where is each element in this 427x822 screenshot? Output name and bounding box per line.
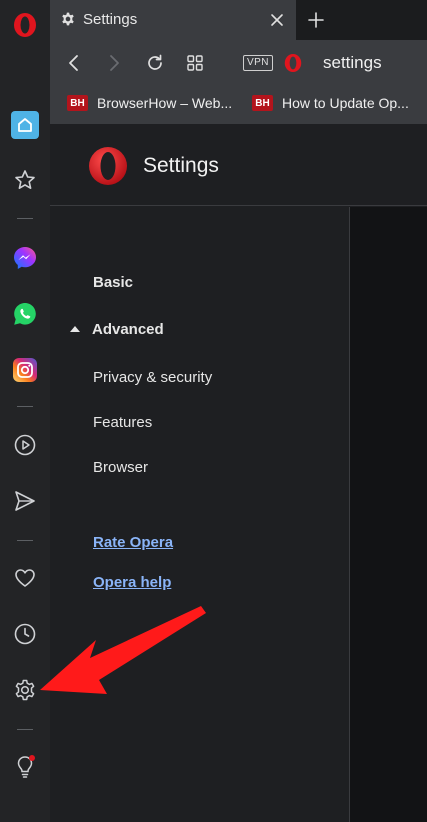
collapse-caret-icon[interactable] bbox=[70, 326, 80, 332]
sidebar-pinboards-button[interactable] bbox=[0, 558, 50, 598]
reload-icon[interactable] bbox=[145, 53, 165, 73]
sidebar-tips-button[interactable] bbox=[0, 747, 50, 787]
lightbulb-icon bbox=[17, 755, 35, 778]
opera-logo-icon bbox=[14, 13, 36, 37]
gear-icon bbox=[15, 679, 35, 701]
tab-strip: Settings bbox=[50, 0, 427, 40]
bookmarks-bar: BH BrowserHow – Web... BH How to Update … bbox=[50, 86, 427, 124]
bookmark-label: BrowserHow – Web... bbox=[97, 95, 233, 111]
nav-privacy-security[interactable]: Privacy & security bbox=[93, 369, 212, 386]
opera-window: Settings VPN settings BH BrowserHow – We… bbox=[0, 0, 427, 822]
sidebar-settings-button[interactable] bbox=[0, 670, 50, 710]
heart-icon bbox=[15, 569, 35, 587]
gear-icon bbox=[62, 12, 74, 26]
forward-icon[interactable] bbox=[106, 54, 122, 72]
nav-browser[interactable]: Browser bbox=[93, 459, 148, 476]
sidebar-divider bbox=[17, 540, 33, 541]
settings-content-area bbox=[350, 207, 427, 822]
sidebar-whatsapp-button[interactable] bbox=[0, 294, 50, 334]
sidebar-bookmarks-button[interactable] bbox=[0, 160, 50, 200]
notification-dot bbox=[29, 755, 35, 761]
player-icon bbox=[14, 434, 36, 456]
close-icon[interactable] bbox=[270, 13, 284, 27]
sidebar-history-button[interactable] bbox=[0, 614, 50, 654]
tab-title: Settings bbox=[83, 11, 138, 28]
rate-opera-link[interactable]: Rate Opera bbox=[93, 534, 173, 551]
bookmark-item[interactable]: BH BrowserHow – Web... bbox=[67, 95, 232, 111]
sidebar bbox=[0, 0, 50, 822]
opera-menu-button[interactable] bbox=[0, 5, 50, 45]
address-bar-row: VPN settings bbox=[50, 40, 427, 86]
sidebar-home-button[interactable] bbox=[0, 105, 50, 145]
nav-features[interactable]: Features bbox=[93, 414, 152, 431]
nav-basic[interactable]: Basic bbox=[93, 274, 133, 291]
sidebar-flow-button[interactable] bbox=[0, 481, 50, 521]
bookmark-favicon: BH bbox=[67, 95, 88, 111]
opera-logo-icon bbox=[284, 54, 302, 72]
page-title: Settings bbox=[143, 154, 219, 177]
whatsapp-icon bbox=[14, 303, 36, 325]
sidebar-instagram-button[interactable] bbox=[0, 350, 50, 390]
settings-page: Settings Basic Advanced Privacy & securi… bbox=[50, 124, 427, 822]
send-icon bbox=[15, 491, 35, 511]
opera-logo-icon bbox=[89, 147, 127, 185]
sidebar-divider bbox=[17, 406, 33, 407]
tab-settings[interactable]: Settings bbox=[50, 0, 296, 40]
vpn-badge[interactable]: VPN bbox=[243, 55, 273, 71]
settings-header: Settings bbox=[50, 124, 427, 206]
new-tab-button[interactable] bbox=[302, 6, 330, 34]
bookmark-item[interactable]: BH How to Update Op... bbox=[252, 95, 409, 111]
sidebar-messenger-button[interactable] bbox=[0, 238, 50, 278]
sidebar-divider bbox=[17, 218, 33, 219]
sidebar-divider bbox=[17, 729, 33, 730]
instagram-icon bbox=[13, 358, 37, 382]
plus-icon bbox=[308, 12, 324, 28]
speed-dial-icon[interactable] bbox=[186, 54, 204, 72]
messenger-icon bbox=[14, 247, 36, 269]
history-icon bbox=[14, 623, 36, 645]
home-icon bbox=[11, 111, 39, 139]
vertical-divider bbox=[349, 207, 350, 822]
opera-help-link[interactable]: Opera help bbox=[93, 574, 171, 591]
back-icon[interactable] bbox=[66, 54, 82, 72]
bookmark-favicon: BH bbox=[252, 95, 273, 111]
address-field[interactable]: settings bbox=[323, 53, 382, 73]
nav-advanced[interactable]: Advanced bbox=[92, 321, 164, 338]
star-icon bbox=[15, 170, 35, 189]
sidebar-player-button[interactable] bbox=[0, 425, 50, 465]
bookmark-label: How to Update Op... bbox=[282, 95, 409, 111]
